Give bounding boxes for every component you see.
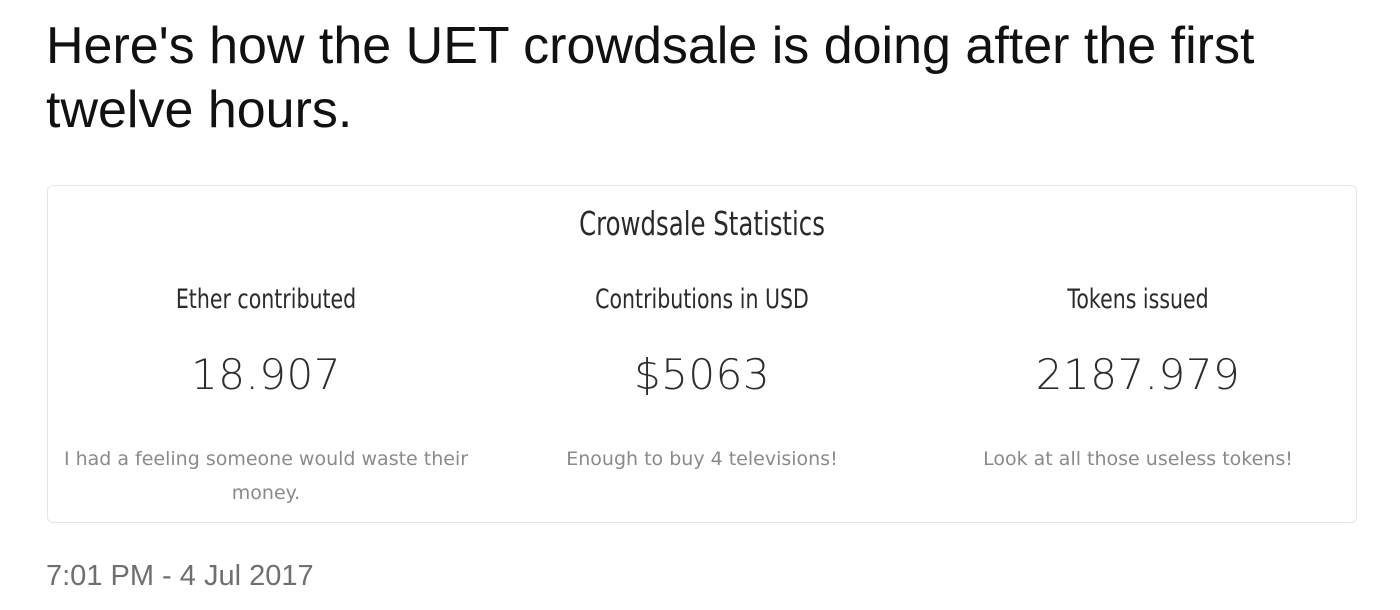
crowdsale-statistics-card: Crowdsale Statistics Ether contributed 1… <box>47 185 1357 523</box>
stat-value: 2187.979 <box>1035 350 1241 399</box>
stat-value: 18.907 <box>191 350 341 399</box>
stat-label: Ether contributed <box>175 284 357 315</box>
stat-label: Contributions in USD <box>595 284 809 315</box>
stat-tokens-issued: Tokens issued 2187.979 Look at all those… <box>920 186 1356 522</box>
stat-label: Tokens issued <box>1067 284 1209 315</box>
stat-contributions-usd: Contributions in USD $5063 Enough to buy… <box>484 186 920 522</box>
stat-ether-contributed: Ether contributed 18.907 I had a feeling… <box>48 186 484 522</box>
stat-caption: I had a feeling someone would waste thei… <box>63 448 469 504</box>
tweet-timestamp-link[interactable]: 7:01 PM - 4 Jul 2017 <box>46 556 314 596</box>
stat-caption: Look at all those useless tokens! <box>983 448 1293 470</box>
tweet-text: Here's how the UET crowdsale is doing af… <box>46 17 1255 139</box>
stat-value: $5063 <box>633 350 771 399</box>
stat-caption: Enough to buy 4 televisions! <box>566 448 838 470</box>
